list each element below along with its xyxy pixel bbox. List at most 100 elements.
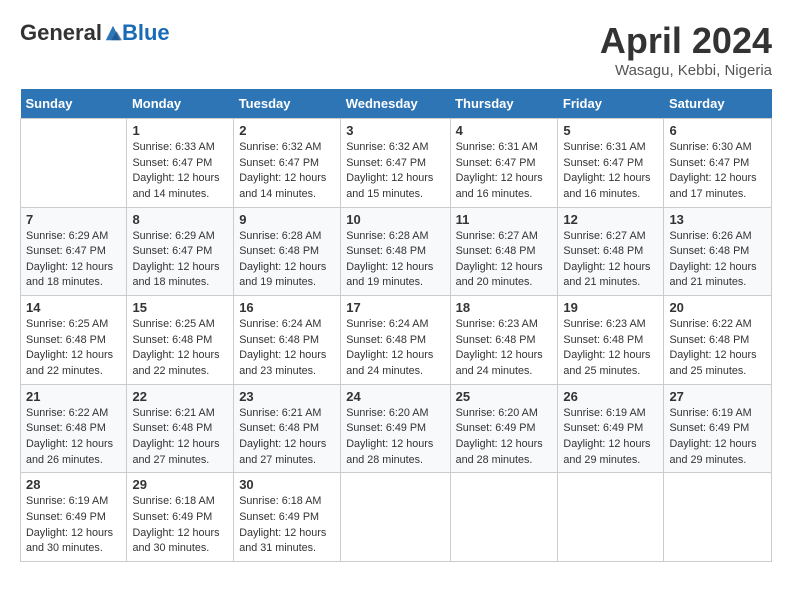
calendar-week-3: 14 Sunrise: 6:25 AM Sunset: 6:48 PM Dayli… [21, 296, 772, 385]
day-number: 30 [239, 477, 335, 492]
day-number: 4 [456, 123, 553, 138]
day-info: Sunrise: 6:21 AM Sunset: 6:48 PM Dayligh… [239, 406, 335, 469]
calendar-cell: 30 Sunrise: 6:18 AM Sunset: 6:49 PM Dayli… [234, 473, 341, 562]
day-number: 26 [563, 389, 658, 404]
day-number: 17 [346, 300, 444, 315]
calendar-cell [450, 473, 558, 562]
day-info: Sunrise: 6:29 AM Sunset: 6:47 PM Dayligh… [26, 229, 121, 292]
day-number: 24 [346, 389, 444, 404]
day-info: Sunrise: 6:32 AM Sunset: 6:47 PM Dayligh… [346, 140, 444, 203]
calendar-cell: 9 Sunrise: 6:28 AM Sunset: 6:48 PM Daylig… [234, 207, 341, 296]
day-info: Sunrise: 6:20 AM Sunset: 6:49 PM Dayligh… [346, 406, 444, 469]
day-number: 3 [346, 123, 444, 138]
calendar-cell: 19 Sunrise: 6:23 AM Sunset: 6:48 PM Dayli… [558, 296, 664, 385]
day-number: 25 [456, 389, 553, 404]
day-info: Sunrise: 6:31 AM Sunset: 6:47 PM Dayligh… [456, 140, 553, 203]
day-info: Sunrise: 6:19 AM Sunset: 6:49 PM Dayligh… [26, 494, 121, 557]
day-info: Sunrise: 6:33 AM Sunset: 6:47 PM Dayligh… [132, 140, 228, 203]
calendar-cell [558, 473, 664, 562]
day-number: 1 [132, 123, 228, 138]
calendar-cell: 20Sunrise: 6:22 AM Sunset: 6:48 PM Dayli… [664, 296, 772, 385]
day-number: 8 [132, 212, 228, 227]
calendar-cell: 3 Sunrise: 6:32 AM Sunset: 6:47 PM Daylig… [341, 119, 450, 208]
day-number: 9 [239, 212, 335, 227]
calendar-week-1: 1 Sunrise: 6:33 AM Sunset: 6:47 PM Daylig… [21, 119, 772, 208]
day-number: 28 [26, 477, 121, 492]
calendar-cell: 21 Sunrise: 6:22 AM Sunset: 6:48 PM Dayli… [21, 384, 127, 473]
calendar-week-4: 21 Sunrise: 6:22 AM Sunset: 6:48 PM Dayli… [21, 384, 772, 473]
day-info: Sunrise: 6:31 AM Sunset: 6:47 PM Dayligh… [563, 140, 658, 203]
calendar-week-2: 7 Sunrise: 6:29 AM Sunset: 6:47 PM Daylig… [21, 207, 772, 296]
day-number: 14 [26, 300, 121, 315]
day-number: 6 [669, 123, 766, 138]
day-number: 23 [239, 389, 335, 404]
day-info: Sunrise: 6:27 AM Sunset: 6:48 PM Dayligh… [456, 229, 553, 292]
calendar-cell: 2 Sunrise: 6:32 AM Sunset: 6:47 PM Daylig… [234, 119, 341, 208]
page-header: General Blue April 2024 Wasagu, Kebbi, N… [20, 20, 772, 79]
weekday-header-thursday: Thursday [450, 89, 558, 119]
day-info: Sunrise: 6:29 AM Sunset: 6:47 PM Dayligh… [132, 229, 228, 292]
day-info: Sunrise: 6:22 AM Sunset: 6:48 PM Dayligh… [669, 317, 766, 380]
calendar-cell: 8 Sunrise: 6:29 AM Sunset: 6:47 PM Daylig… [127, 207, 234, 296]
day-number: 12 [563, 212, 658, 227]
calendar-cell: 26 Sunrise: 6:19 AM Sunset: 6:49 PM Dayli… [558, 384, 664, 473]
day-number: 2 [239, 123, 335, 138]
logo-icon [104, 24, 122, 42]
weekday-header-friday: Friday [558, 89, 664, 119]
day-info: Sunrise: 6:28 AM Sunset: 6:48 PM Dayligh… [346, 229, 444, 292]
calendar-table: SundayMondayTuesdayWednesdayThursdayFrid… [20, 89, 772, 562]
calendar-cell: 16Sunrise: 6:24 AM Sunset: 6:48 PM Dayli… [234, 296, 341, 385]
day-number: 21 [26, 389, 121, 404]
day-number: 16 [239, 300, 335, 315]
calendar-week-5: 28 Sunrise: 6:19 AM Sunset: 6:49 PM Dayli… [21, 473, 772, 562]
calendar-cell: 22 Sunrise: 6:21 AM Sunset: 6:48 PM Dayli… [127, 384, 234, 473]
calendar-body: 1 Sunrise: 6:33 AM Sunset: 6:47 PM Daylig… [21, 119, 772, 562]
weekday-header-row: SundayMondayTuesdayWednesdayThursdayFrid… [21, 89, 772, 119]
weekday-header-wednesday: Wednesday [341, 89, 450, 119]
day-number: 11 [456, 212, 553, 227]
title-block: April 2024 Wasagu, Kebbi, Nigeria [600, 20, 772, 79]
calendar-cell: 1 Sunrise: 6:33 AM Sunset: 6:47 PM Daylig… [127, 119, 234, 208]
day-info: Sunrise: 6:25 AM Sunset: 6:48 PM Dayligh… [132, 317, 228, 380]
calendar-cell: 4 Sunrise: 6:31 AM Sunset: 6:47 PM Daylig… [450, 119, 558, 208]
calendar-header: SundayMondayTuesdayWednesdayThursdayFrid… [21, 89, 772, 119]
day-info: Sunrise: 6:21 AM Sunset: 6:48 PM Dayligh… [132, 406, 228, 469]
day-number: 22 [132, 389, 228, 404]
day-info: Sunrise: 6:28 AM Sunset: 6:48 PM Dayligh… [239, 229, 335, 292]
day-info: Sunrise: 6:20 AM Sunset: 6:49 PM Dayligh… [456, 406, 553, 469]
calendar-cell [341, 473, 450, 562]
logo-general-text: General [20, 20, 102, 46]
logo-blue-text: Blue [122, 20, 170, 46]
day-info: Sunrise: 6:19 AM Sunset: 6:49 PM Dayligh… [669, 406, 766, 469]
weekday-header-tuesday: Tuesday [234, 89, 341, 119]
calendar-subtitle: Wasagu, Kebbi, Nigeria [600, 62, 772, 79]
calendar-cell: 10 Sunrise: 6:28 AM Sunset: 6:48 PM Dayli… [341, 207, 450, 296]
calendar-cell: 12 Sunrise: 6:27 AM Sunset: 6:48 PM Dayli… [558, 207, 664, 296]
day-number: 13 [669, 212, 766, 227]
day-info: Sunrise: 6:26 AM Sunset: 6:48 PM Dayligh… [669, 229, 766, 292]
day-info: Sunrise: 6:25 AM Sunset: 6:48 PM Dayligh… [26, 317, 121, 380]
day-info: Sunrise: 6:18 AM Sunset: 6:49 PM Dayligh… [239, 494, 335, 557]
calendar-cell: 18Sunrise: 6:23 AM Sunset: 6:48 PM Dayli… [450, 296, 558, 385]
calendar-title: April 2024 [600, 20, 772, 62]
day-info: Sunrise: 6:19 AM Sunset: 6:49 PM Dayligh… [563, 406, 658, 469]
day-info: Sunrise: 6:32 AM Sunset: 6:47 PM Dayligh… [239, 140, 335, 203]
calendar-cell [664, 473, 772, 562]
day-number: 19 [563, 300, 658, 315]
day-number: 5 [563, 123, 658, 138]
day-info: Sunrise: 6:30 AM Sunset: 6:47 PM Dayligh… [669, 140, 766, 203]
day-number: 27 [669, 389, 766, 404]
day-info: Sunrise: 6:23 AM Sunset: 6:48 PM Dayligh… [563, 317, 658, 380]
calendar-cell [21, 119, 127, 208]
calendar-cell: 29Sunrise: 6:18 AM Sunset: 6:49 PM Dayli… [127, 473, 234, 562]
calendar-cell: 13 Sunrise: 6:26 AM Sunset: 6:48 PM Dayli… [664, 207, 772, 296]
day-info: Sunrise: 6:22 AM Sunset: 6:48 PM Dayligh… [26, 406, 121, 469]
day-info: Sunrise: 6:27 AM Sunset: 6:48 PM Dayligh… [563, 229, 658, 292]
logo: General Blue [20, 20, 170, 46]
day-number: 7 [26, 212, 121, 227]
calendar-cell: 11 Sunrise: 6:27 AM Sunset: 6:48 PM Dayli… [450, 207, 558, 296]
calendar-cell: 5 Sunrise: 6:31 AM Sunset: 6:47 PM Daylig… [558, 119, 664, 208]
calendar-cell: 23 Sunrise: 6:21 AM Sunset: 6:48 PM Dayli… [234, 384, 341, 473]
calendar-cell: 17Sunrise: 6:24 AM Sunset: 6:48 PM Dayli… [341, 296, 450, 385]
day-number: 10 [346, 212, 444, 227]
